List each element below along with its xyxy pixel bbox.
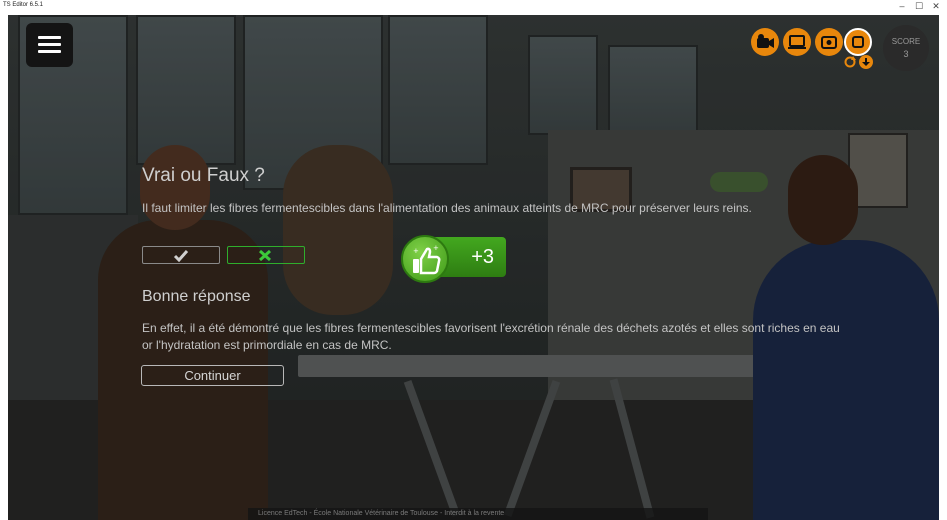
false-answer-button[interactable] xyxy=(227,246,305,264)
screen-button[interactable] xyxy=(783,28,811,56)
quiz-question: Il faut limiter les fibres fermentescibl… xyxy=(142,201,752,215)
feedback-text: En effet, il a été démontré que les fibr… xyxy=(142,321,840,352)
video-camera-icon xyxy=(757,34,774,48)
menu-icon xyxy=(38,36,61,39)
menu-button[interactable] xyxy=(26,23,73,67)
thumbs-up-icon: + + xyxy=(413,244,441,275)
window-titlebar: TS Editor 6.5.1 – ☐ ✕ xyxy=(0,0,947,15)
score-display: SCORE 3 xyxy=(883,25,929,71)
quiz-title: Vrai ou Faux ? xyxy=(142,165,265,186)
download-button[interactable] xyxy=(859,55,873,69)
maximize-button[interactable]: ☐ xyxy=(912,1,926,12)
minimize-button[interactable]: – xyxy=(895,1,909,11)
menu-icon-bar xyxy=(38,50,61,53)
simulation-scene: SCORE 3 Vrai ou Faux ? Il faut limiter l… xyxy=(8,15,939,520)
close-button[interactable]: ✕ xyxy=(929,1,943,12)
window-title: TS Editor 6.5.1 xyxy=(3,2,44,8)
true-answer-button[interactable] xyxy=(142,246,220,264)
continue-button[interactable]: Continuer xyxy=(141,365,284,386)
video-camera-button[interactable] xyxy=(751,28,779,56)
license-footer: Licence EdTech - École Nationale Vétérin… xyxy=(248,508,708,520)
screen-icon xyxy=(788,35,806,49)
check-icon xyxy=(173,250,189,262)
cross-icon xyxy=(258,249,272,262)
points-circle: + + xyxy=(401,235,449,283)
menu-icon-bar xyxy=(38,43,61,46)
stop-icon xyxy=(852,36,864,48)
stop-button[interactable] xyxy=(844,28,872,56)
svg-text:+: + xyxy=(433,244,439,252)
refresh-button[interactable] xyxy=(843,55,857,69)
refresh-icon xyxy=(844,56,856,68)
score-value: 3 xyxy=(903,49,909,59)
svg-text:+: + xyxy=(413,247,419,255)
score-label: SCORE xyxy=(891,37,921,46)
camera-icon xyxy=(821,36,837,49)
download-icon xyxy=(862,58,870,66)
camera-button[interactable] xyxy=(815,28,843,56)
feedback-title: Bonne réponse xyxy=(142,288,251,305)
